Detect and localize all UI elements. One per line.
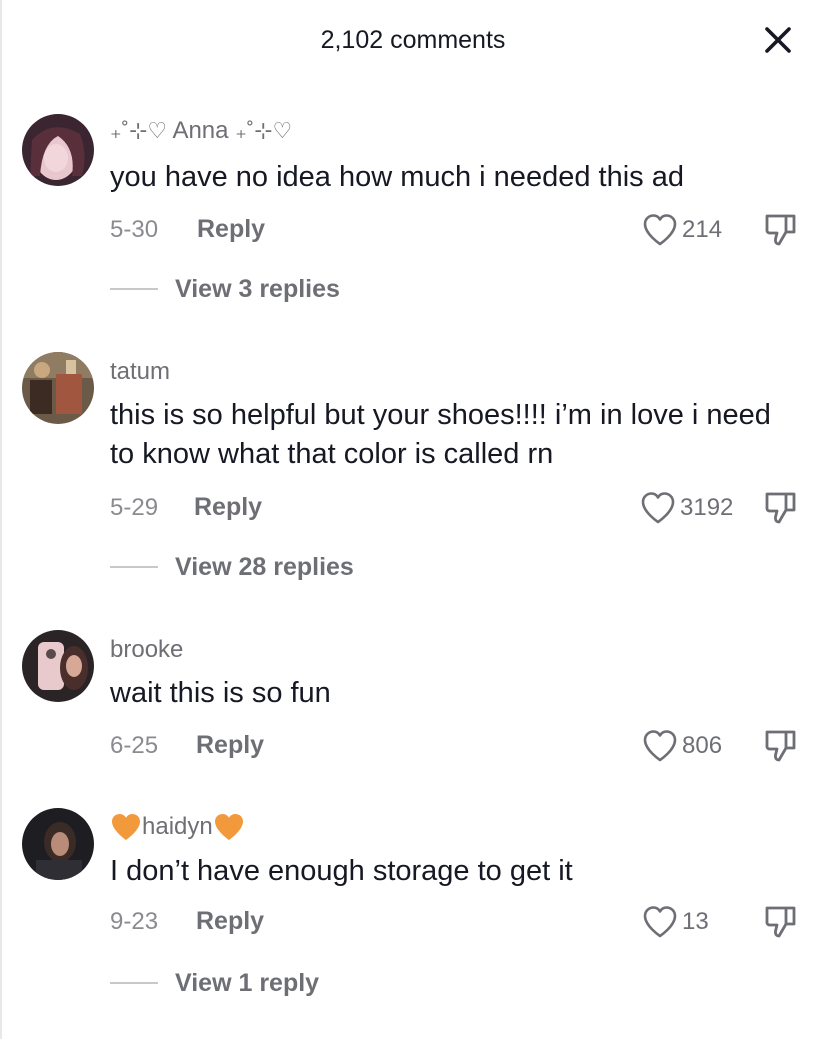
like-button[interactable]: 13: [642, 902, 709, 942]
dislike-button[interactable]: [762, 726, 800, 764]
close-button[interactable]: [760, 22, 796, 58]
like-count: 13: [682, 908, 709, 935]
like-count: 806: [682, 732, 723, 759]
like-count: 3192: [680, 494, 734, 521]
reply-button[interactable]: Reply: [196, 907, 264, 936]
avatar[interactable]: [22, 114, 94, 186]
comments-header: 2,102 comments: [0, 0, 826, 82]
heart-outline-icon: [643, 214, 677, 246]
replies-divider: [110, 566, 158, 568]
thumbs-down-icon: [765, 906, 796, 938]
view-replies-button[interactable]: View 1 reply: [110, 966, 319, 1000]
heart-outline-icon: [641, 492, 675, 524]
heart-outline-icon: [643, 906, 677, 938]
orange-heart-emoji: [112, 814, 140, 840]
replies-divider: [110, 288, 158, 290]
comment-text: I don’t have enough storage to get it: [110, 855, 573, 887]
comment-date: 9-23: [110, 908, 159, 935]
like-button[interactable]: 3192: [640, 488, 733, 528]
dislike-button[interactable]: [762, 488, 800, 526]
view-replies-button[interactable]: View 28 replies: [110, 550, 354, 584]
thumbs-down-icon: [765, 730, 796, 762]
orange-heart-emoji: [214, 814, 243, 840]
thumbs-down-icon: [765, 214, 796, 246]
comment-meta: 5-30 Reply 214: [110, 214, 800, 250]
comment-username[interactable]: haidyn: [110, 812, 245, 842]
comments-sheet: 2,102 comments ₊˚⊹♡ Anna ₊˚⊹♡ you have n…: [0, 0, 826, 1039]
comment-meta: 9-23 Reply 13: [110, 906, 800, 942]
like-count: 214: [682, 216, 723, 243]
avatar[interactable]: [22, 630, 94, 702]
comment-text: this is so helpful but your shoes!!!! i’…: [110, 399, 771, 470]
comment-username[interactable]: ₊˚⊹♡ Anna ₊˚⊹♡: [110, 117, 292, 145]
comment-text: you have no idea how much i needed this …: [110, 161, 684, 193]
thumbs-down-icon: [765, 492, 796, 524]
dislike-button[interactable]: [762, 902, 800, 940]
comment-date: 5-30: [110, 216, 159, 243]
reply-button[interactable]: Reply: [196, 731, 264, 760]
dislike-button[interactable]: [762, 210, 800, 248]
comment-username[interactable]: brooke: [110, 636, 183, 664]
comment-text: wait this is so fun: [110, 677, 331, 709]
like-button[interactable]: 806: [642, 726, 722, 766]
comment-username[interactable]: tatum: [110, 358, 170, 386]
reply-button[interactable]: Reply: [197, 215, 265, 244]
close-icon: [765, 27, 791, 53]
comment-date: 6-25: [110, 732, 159, 759]
replies-divider: [110, 982, 158, 984]
comments-count-title: 2,102 comments: [320, 26, 506, 54]
comment-meta: 5-29 Reply 3192: [110, 492, 800, 528]
view-replies-button[interactable]: View 3 replies: [110, 272, 340, 306]
comment-meta: 6-25 Reply 806: [110, 730, 800, 766]
comment-date: 5-29: [110, 494, 159, 521]
heart-outline-icon: [643, 730, 677, 762]
reply-button[interactable]: Reply: [194, 493, 262, 522]
avatar[interactable]: [22, 352, 94, 424]
avatar[interactable]: [22, 808, 94, 880]
like-button[interactable]: 214: [642, 210, 722, 250]
